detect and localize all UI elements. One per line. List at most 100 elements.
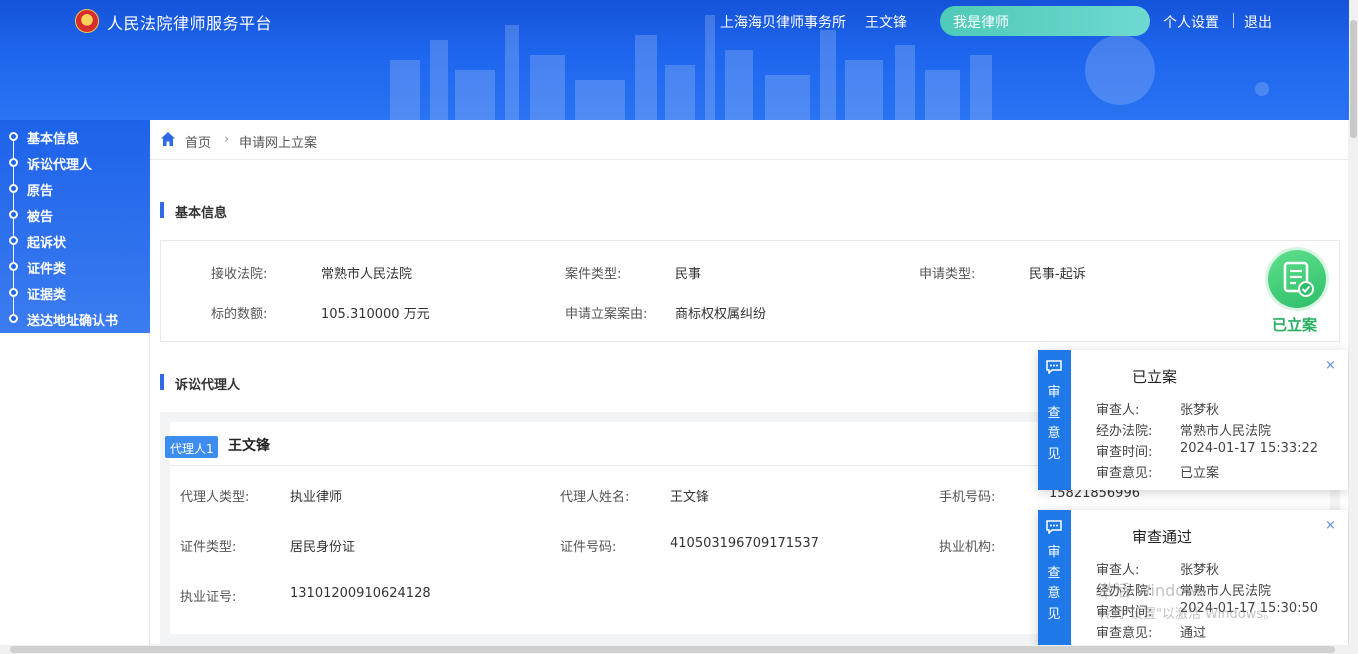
review-opinion-label: 审查意见:: [1096, 626, 1153, 641]
activation-watermark-subtext: 转到"设置"以激活 Windows。: [1098, 607, 1277, 622]
timeline-dot-icon: [9, 314, 18, 323]
sidebar-item-label: 送达地址确认书: [27, 314, 119, 329]
breadcrumb-current: 申请网上立案: [239, 136, 318, 151]
section-accent-bar: [160, 202, 164, 218]
court-emblem-icon: [75, 9, 99, 33]
agent-name-heading: 王文锋: [228, 438, 270, 454]
section-nav-sidebar: 基本信息 诉讼代理人 原告 被告 起诉状 证件类 证据类 送达地址确认书: [0, 120, 160, 333]
sidebar-item-plaintiff[interactable]: 原告: [0, 178, 160, 200]
review-title: 已立案: [1132, 368, 1178, 386]
amount-value: 105.310000 万元: [321, 307, 430, 322]
handling-court-value: 常熟市人民法院: [1180, 424, 1272, 439]
sidebar-item-label: 原告: [27, 184, 54, 199]
review-time-label: 审查时间:: [1096, 445, 1153, 460]
amount-label: 标的数额:: [211, 307, 268, 322]
horizontal-scrollbar[interactable]: [0, 645, 1349, 654]
timeline-dot-icon: [9, 184, 18, 193]
sidebar-item-complaint[interactable]: 起诉状: [0, 230, 160, 252]
sidebar-item-evidence[interactable]: 证据类: [0, 282, 160, 304]
review-opinion-card: 审查意见 已立案 × 审查人: 张梦秋 经办法院: 常熟市人民法院 审查时间: …: [1038, 350, 1348, 490]
court-label: 接收法院:: [211, 267, 268, 282]
license-no-label: 执业证号:: [180, 590, 237, 605]
document-check-icon: [1283, 261, 1314, 297]
handling-court-label: 经办法院:: [1096, 424, 1153, 439]
cause-value: 商标权权属纠纷: [675, 307, 767, 322]
sidebar-item-basic-info[interactable]: 基本信息: [0, 126, 160, 148]
app-title: 人民法院律师服务平台: [107, 14, 273, 33]
reviewer-value: 张梦秋: [1180, 563, 1220, 578]
city-skyline-decoration: [390, 15, 992, 120]
home-icon[interactable]: [160, 131, 176, 147]
sidebar-item-label: 基本信息: [27, 132, 80, 147]
comment-icon: [1046, 520, 1062, 534]
logout-link[interactable]: 退出: [1244, 12, 1272, 32]
sidebar-item-label: 证据类: [27, 288, 67, 303]
sidebar-item-label: 起诉状: [27, 236, 67, 251]
review-side-label: 审查意见: [1047, 545, 1061, 622]
timeline-dot-icon: [9, 158, 18, 167]
review-opinion-value: 已立案: [1180, 466, 1220, 481]
review-opinion-label: 审查意见:: [1096, 466, 1153, 481]
sidebar-item-label: 被告: [27, 210, 54, 225]
section-title-text: 诉讼代理人: [175, 378, 241, 393]
id-number-label: 证件号码:: [560, 540, 617, 555]
timeline-dot-icon: [9, 132, 18, 141]
agent-name-value: 王文锋: [670, 490, 710, 505]
review-side-tab[interactable]: 审查意见: [1038, 350, 1071, 490]
timeline-dot-icon: [9, 236, 18, 245]
timeline-dot-icon: [9, 288, 18, 297]
sidebar-item-agents[interactable]: 诉讼代理人: [0, 152, 160, 174]
review-opinion-value: 通过: [1180, 626, 1207, 641]
decor-bubble: [1085, 35, 1155, 105]
court-value: 常熟市人民法院: [321, 267, 413, 282]
decor-bubble: [1255, 82, 1269, 96]
comment-icon: [1046, 360, 1062, 374]
close-icon[interactable]: ×: [1325, 358, 1336, 373]
vertical-scrollbar[interactable]: [1349, 0, 1358, 654]
top-header: 人民法院律师服务平台 上海海贝律师事务所 王文锋 我是律师 个人设置 退出: [0, 0, 1358, 120]
close-icon[interactable]: ×: [1325, 518, 1336, 533]
reviewer-label: 审查人:: [1096, 563, 1140, 578]
reviewer-label: 审查人:: [1096, 403, 1140, 418]
filed-status-label: 已立案: [1272, 316, 1318, 334]
section-accent-bar: [160, 374, 164, 390]
sidebar-item-label: 证件类: [27, 262, 67, 277]
divider: [150, 159, 1348, 160]
timeline-dot-icon: [9, 210, 18, 219]
reviewer-value: 张梦秋: [1180, 403, 1220, 418]
role-switch-button[interactable]: 我是律师: [940, 6, 1150, 36]
current-user-name: 王文锋: [865, 15, 907, 31]
law-firm-name: 上海海贝律师事务所: [720, 15, 846, 31]
apply-type-value: 民事-起诉: [1029, 267, 1086, 282]
review-title: 审查通过: [1132, 528, 1193, 546]
sidebar-item-defendant[interactable]: 被告: [0, 204, 160, 226]
chevron-right-icon: ›: [224, 132, 230, 147]
apply-type-label: 申请类型:: [919, 267, 976, 282]
agent-name-label: 代理人姓名:: [560, 490, 630, 505]
sidebar-item-label: 诉讼代理人: [27, 158, 93, 173]
agent-type-value: 执业律师: [290, 490, 343, 505]
case-type-label: 案件类型:: [565, 267, 622, 282]
phone-label: 手机号码:: [939, 490, 996, 505]
review-time-value: 2024-01-17 15:33:22: [1180, 441, 1319, 456]
sidebar-item-service-address[interactable]: 送达地址确认书: [0, 308, 160, 330]
basic-info-panel: 接收法院: 常熟市人民法院 案件类型: 民事 申请类型: 民事-起诉 标的数额:…: [160, 240, 1340, 342]
review-side-tab[interactable]: 审查意见: [1038, 510, 1071, 650]
breadcrumb-home-link[interactable]: 首页: [185, 132, 211, 151]
practice-org-label: 执业机构:: [939, 540, 996, 555]
id-number-value: 410503196709171537: [670, 536, 819, 551]
id-type-value: 居民身份证: [290, 540, 356, 555]
scrollbar-thumb[interactable]: [1350, 20, 1357, 138]
cause-label: 申请立案案由:: [565, 307, 648, 322]
personal-settings-link[interactable]: 个人设置: [1163, 12, 1219, 32]
sidebar-item-certificates[interactable]: 证件类: [0, 256, 160, 278]
agent-index-badge: 代理人1: [165, 436, 218, 458]
review-side-label: 审查意见: [1047, 385, 1061, 462]
scrollbar-thumb[interactable]: [10, 646, 1335, 653]
filed-status-icon: [1268, 250, 1326, 308]
activation-watermark: 激活 Windows: [1098, 581, 1207, 600]
section-title-text: 基本信息: [175, 206, 228, 221]
case-type-value: 民事: [675, 267, 702, 282]
header-divider: [1233, 13, 1234, 28]
id-type-label: 证件类型:: [180, 540, 237, 555]
